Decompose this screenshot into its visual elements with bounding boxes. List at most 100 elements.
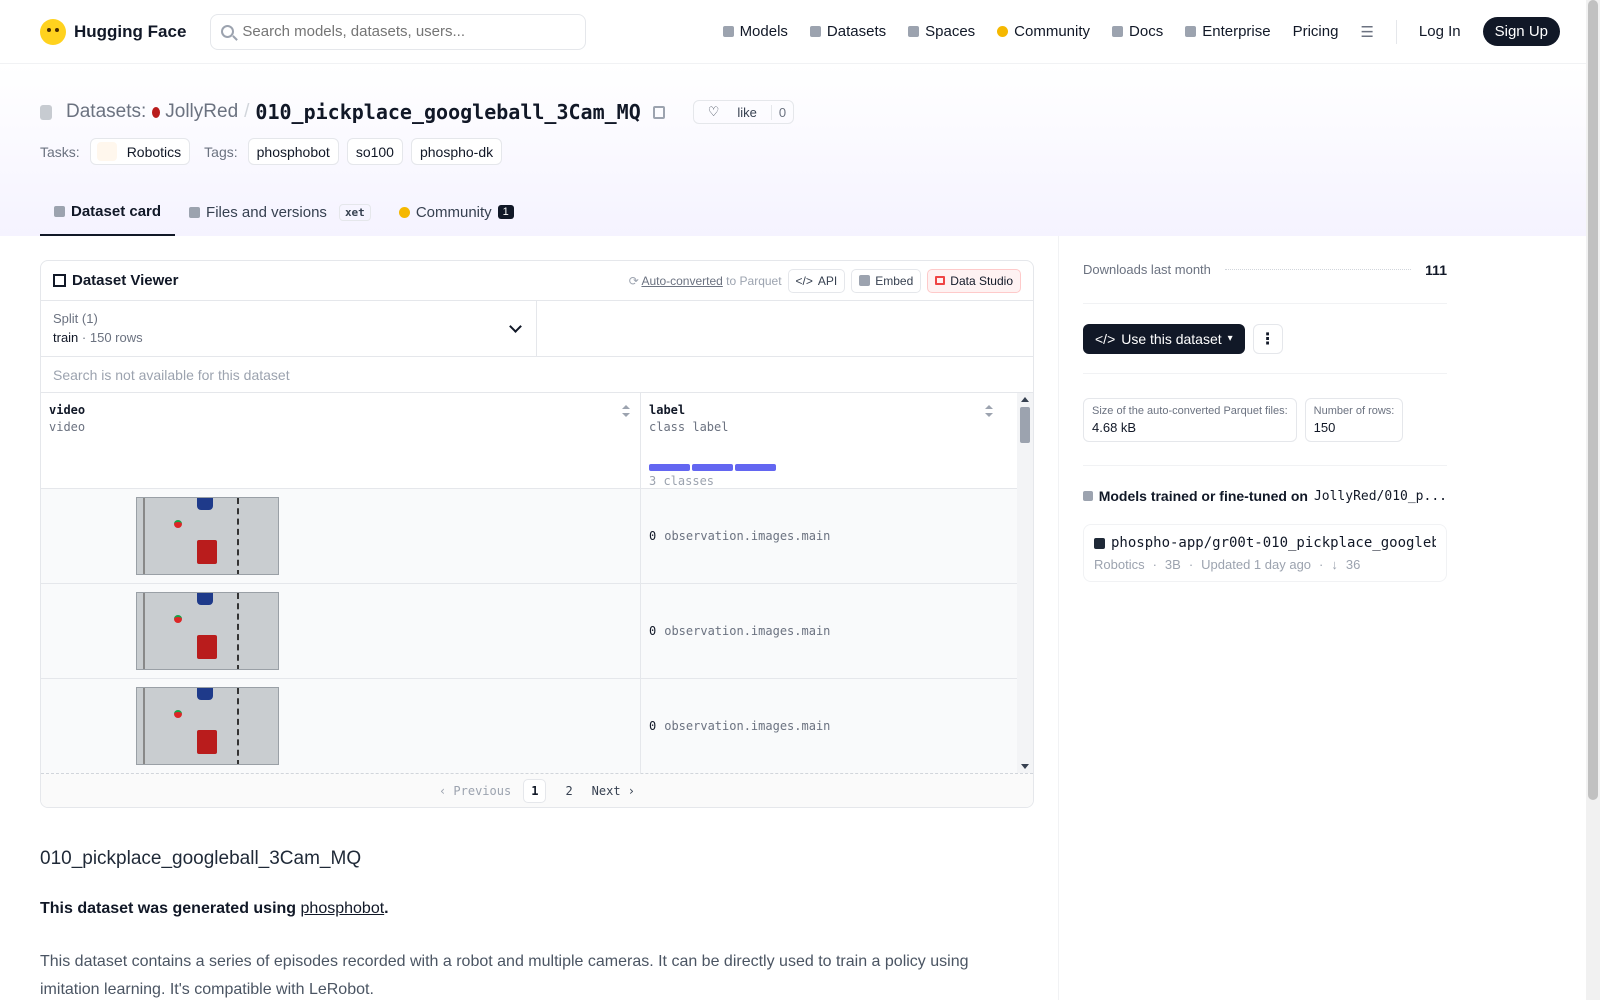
- right-sidebar: Downloads last month 111 </> Use this dat…: [1059, 236, 1447, 1000]
- api-button[interactable]: </> API: [787, 268, 846, 293]
- hugging-face-logo-icon: [40, 18, 66, 45]
- login-link[interactable]: Log In: [1419, 23, 1461, 40]
- data-studio-button[interactable]: Data Studio: [927, 268, 1021, 293]
- model-task: Robotics: [1094, 557, 1145, 572]
- main-nav: Models Datasets Spaces Community Docs En…: [722, 17, 1560, 46]
- thumb-tape: [237, 593, 239, 669]
- class-bar[interactable]: [692, 464, 733, 471]
- nav-community[interactable]: Community: [997, 23, 1090, 40]
- tag-phosphobot[interactable]: phosphobot: [247, 138, 339, 165]
- kebab-icon: ⋮: [1259, 330, 1276, 348]
- model-title: phospho-app/gr00t-010_pickplace_googleb.…: [1094, 535, 1436, 551]
- auto-converted-link[interactable]: Auto-converted: [641, 274, 722, 288]
- class-bar[interactable]: [649, 464, 690, 471]
- meta-dot: ·: [1188, 557, 1194, 572]
- readme-title: 010_pickplace_googleball_3Cam_MQ: [40, 848, 362, 869]
- embed-label: Embed: [875, 273, 914, 288]
- tags-row: Tasks: Robotics Tags: phosphobot so100 p…: [40, 138, 1560, 165]
- like-button[interactable]: ♡ like 0: [692, 100, 795, 124]
- page-2-button[interactable]: 2: [558, 780, 579, 802]
- path-separator: /: [244, 101, 250, 122]
- thumb-box: [197, 540, 217, 564]
- next-page-button[interactable]: Next ›: [592, 784, 635, 798]
- code-icon: </>: [795, 273, 813, 288]
- nav-spaces-label: Spaces: [925, 23, 976, 40]
- label-name: observation.images.main: [664, 719, 831, 733]
- parquet-size-value: 4.68 kB: [1092, 419, 1137, 435]
- thumb-edge: [143, 498, 145, 574]
- search-box[interactable]: [210, 13, 587, 50]
- nav-pricing-label: Pricing: [1292, 23, 1339, 40]
- video-thumbnail[interactable]: [136, 592, 279, 670]
- previous-page-button[interactable]: ‹ Previous: [439, 784, 511, 798]
- task-tag-label: Robotics: [126, 143, 182, 160]
- page-scroll-thumb[interactable]: [1588, 0, 1598, 800]
- signup-button[interactable]: Sign Up: [1482, 17, 1560, 46]
- datasets-link[interactable]: Datasets:: [66, 101, 146, 123]
- search-input[interactable]: [242, 23, 576, 40]
- tab-community[interactable]: Community 1: [385, 188, 528, 236]
- tasks-label: Tasks:: [40, 143, 80, 160]
- split-select[interactable]: Split (1) train · 150 rows: [41, 301, 537, 356]
- table-header: video video label class label 3 classes: [41, 393, 1033, 489]
- nav-datasets[interactable]: Datasets: [809, 23, 886, 40]
- table-row[interactable]: 0 observation.images.main: [41, 489, 1033, 584]
- parquet-size-box: Size of the auto-converted Parquet files…: [1083, 397, 1297, 442]
- tab-dataset-card[interactable]: Dataset card: [40, 188, 176, 236]
- model-card[interactable]: phospho-app/gr00t-010_pickplace_googleb.…: [1083, 524, 1447, 582]
- brand-logo[interactable]: Hugging Face: [40, 18, 186, 45]
- models-heading: Models trained or fine-tuned on JollyRed/…: [1083, 488, 1447, 504]
- main-content: Dataset Viewer ⟳ Auto-converted to Parqu…: [0, 236, 1600, 1000]
- more-menu-button[interactable]: ☰: [1360, 23, 1373, 41]
- nav-models[interactable]: Models: [722, 23, 788, 40]
- download-icon: ↓: [1331, 557, 1338, 572]
- label-cell: 0 observation.images.main: [641, 679, 1019, 773]
- video-thumbnail[interactable]: [136, 687, 279, 765]
- dataset-name[interactable]: 010_pickplace_googleball_3Cam_MQ: [255, 100, 640, 124]
- nav-docs[interactable]: Docs: [1112, 23, 1163, 40]
- rows-box: Number of rows: 150: [1304, 397, 1404, 442]
- dataset-size-info: Size of the auto-converted Parquet files…: [1083, 374, 1447, 466]
- thumb-tape: [237, 498, 239, 574]
- nav-enterprise[interactable]: Enterprise: [1185, 23, 1271, 40]
- scroll-up-icon[interactable]: [1021, 397, 1029, 402]
- tag-phospho-dk[interactable]: phospho-dk: [410, 138, 503, 165]
- video-thumbnail[interactable]: [136, 497, 279, 575]
- table-scrollbar[interactable]: [1017, 393, 1033, 773]
- nav-spaces[interactable]: Spaces: [908, 23, 975, 40]
- embed-button[interactable]: Embed: [851, 268, 922, 293]
- column-label[interactable]: label class label 3 classes: [641, 393, 1019, 488]
- table-row[interactable]: 0 observation.images.main: [41, 584, 1033, 679]
- community-icon: [997, 26, 1009, 37]
- sort-icon[interactable]: [622, 405, 630, 417]
- table-row[interactable]: 0 observation.images.main: [41, 679, 1033, 773]
- search-icon: [221, 25, 235, 38]
- label-cell: 0 observation.images.main: [641, 489, 1019, 583]
- page-1-button[interactable]: 1: [523, 778, 547, 803]
- column-video[interactable]: video video: [41, 393, 641, 488]
- tag-so100[interactable]: so100: [346, 138, 403, 165]
- class-bar[interactable]: [735, 464, 776, 471]
- downloads-count: 111: [1425, 261, 1447, 278]
- parquet-size-label: Size of the auto-converted Parquet files…: [1092, 404, 1288, 417]
- next-label: Next: [591, 783, 621, 798]
- nav-enterprise-label: Enterprise: [1202, 23, 1271, 40]
- more-options-button[interactable]: ⋮: [1252, 323, 1283, 354]
- community-count-badge: 1: [497, 205, 514, 219]
- scroll-down-icon[interactable]: [1021, 764, 1029, 769]
- use-this-dataset-button[interactable]: </> Use this dataset ▾: [1083, 323, 1245, 354]
- viewer-header: Dataset Viewer ⟳ Auto-converted to Parqu…: [41, 261, 1033, 301]
- tab-community-label: Community: [415, 203, 492, 221]
- thumb-ball: [174, 520, 182, 528]
- nav-pricing[interactable]: Pricing: [1293, 23, 1339, 40]
- page-scrollbar[interactable]: [1586, 0, 1600, 1000]
- phosphobot-link[interactable]: phosphobot: [301, 900, 385, 917]
- label-cell: 0 observation.images.main: [641, 584, 1019, 678]
- task-tag-robotics[interactable]: Robotics: [89, 138, 191, 165]
- thumb-gripper: [197, 498, 213, 510]
- sort-icon[interactable]: [985, 405, 993, 417]
- tab-files[interactable]: Files and versions xet: [175, 188, 385, 236]
- scroll-thumb[interactable]: [1020, 407, 1030, 443]
- owner-link[interactable]: JollyRed: [152, 101, 238, 123]
- copy-icon[interactable]: [652, 105, 665, 119]
